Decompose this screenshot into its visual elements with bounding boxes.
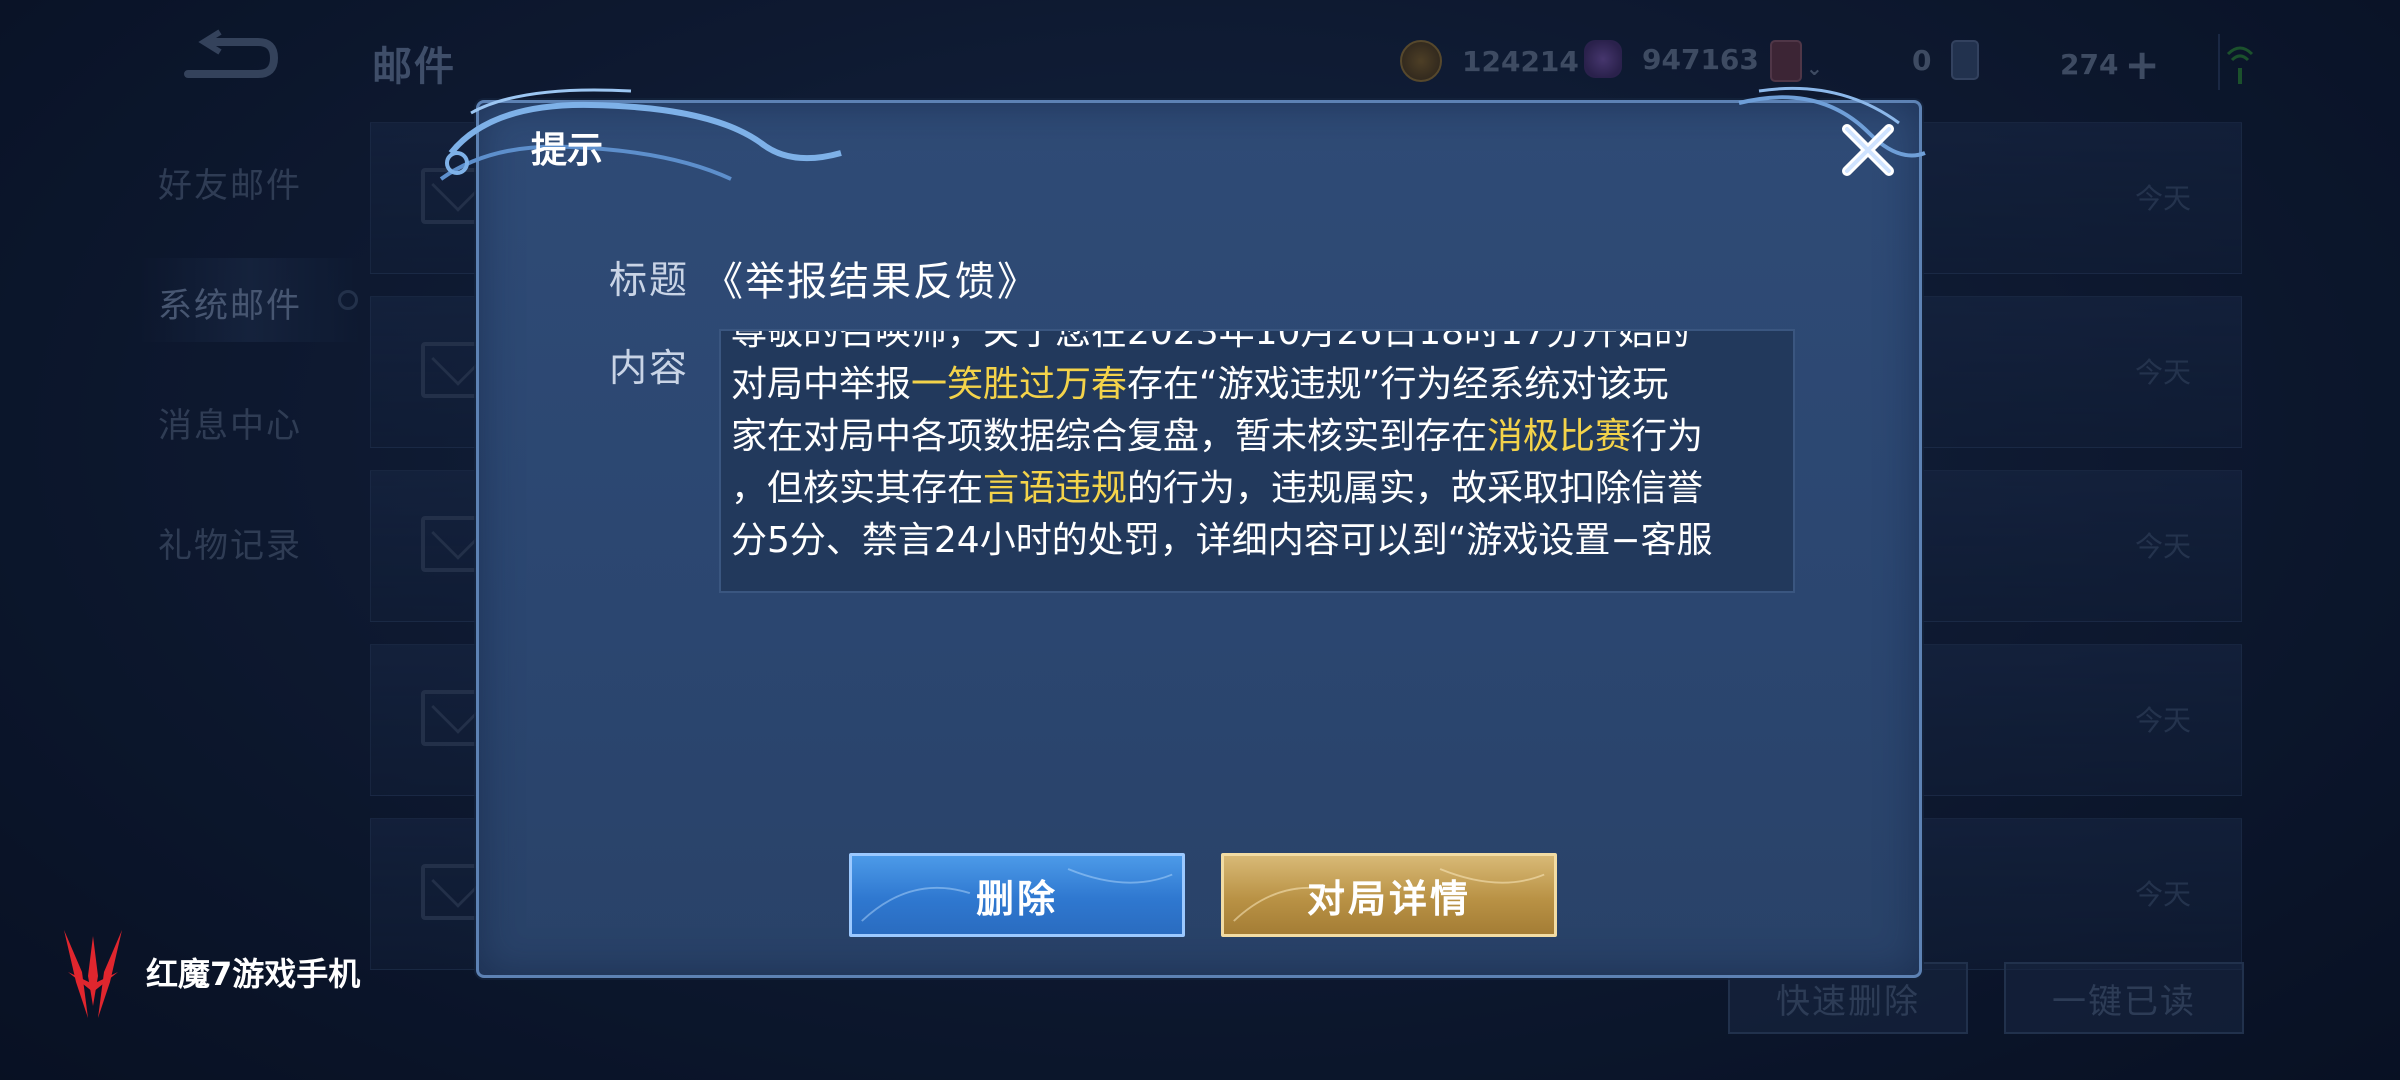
content-text-segment: 家在对局中各项数据综合复盘，暂未核实到存在: [731, 416, 1488, 457]
content-line: 对局中举报一笑胜过万春存在“游戏违规”行为经系统对该玩: [731, 359, 1787, 411]
title-swirl-decoration: [439, 88, 842, 181]
content-text-segment: 的行为，违规属实，故采取扣除信誉: [1127, 468, 1704, 509]
content-text-segment: 行为: [1631, 416, 1704, 457]
match-details-button[interactable]: 对局详情: [1221, 853, 1557, 937]
notice-dialog: 提示 标题 《举报结果反馈》 内容 尊敬的召唤师，关于您在2023年10月26日…: [439, 86, 1926, 978]
content-text: 尊敬的召唤师，关于您在2023年10月26日18时17分开始的对局中举报一笑胜过…: [731, 329, 1787, 567]
match-details-button-label: 对局详情: [1306, 876, 1471, 921]
content-text-segment: 存在“游戏违规”行为经系统对该玩: [1127, 364, 1669, 405]
content-line: 分5分、禁言24小时的处罚，详细内容可以到“游戏设置−客服: [731, 515, 1787, 567]
dialog-title: 提示: [531, 130, 604, 171]
subject-label: 标题: [609, 258, 690, 302]
content-text-segment: 尊敬的召唤师，关于您在2023年10月26日18时17分开始的: [731, 329, 1690, 353]
content-line: 尊敬的召唤师，关于您在2023年10月26日18时17分开始的: [731, 329, 1787, 359]
content-scroll-area[interactable]: 尊敬的召唤师，关于您在2023年10月26日18时17分开始的对局中举报一笑胜过…: [719, 329, 1795, 593]
watermark-text: 红魔7游戏手机: [146, 955, 361, 993]
device-watermark: 红魔7游戏手机: [58, 922, 360, 1022]
content-highlight: 一笑胜过万春: [911, 364, 1128, 405]
close-button[interactable]: [1835, 117, 1901, 183]
content-text-segment: 对局中举报: [731, 364, 912, 405]
content-label: 内容: [609, 346, 690, 390]
content-highlight: 消极比赛: [1487, 416, 1632, 457]
content-line: ，但核实其存在言语违规的行为，违规属实，故采取扣除信誉: [731, 463, 1787, 515]
content-text-segment: 分5分、禁言24小时的处罚，详细内容可以到“游戏设置−客服: [731, 520, 1713, 561]
content-text-segment: ，但核实其存在: [731, 468, 984, 509]
delete-button-label: 删除: [975, 876, 1058, 921]
red-magic-logo-icon: [64, 930, 122, 1018]
content-highlight: 言语违规: [983, 468, 1128, 509]
content-line: 家在对局中各项数据综合复盘，暂未核实到存在消极比赛行为: [731, 411, 1787, 463]
close-icon: [1842, 124, 1894, 176]
delete-button[interactable]: 删除: [849, 853, 1185, 937]
subject-value: 《举报结果反馈》: [703, 259, 1039, 305]
